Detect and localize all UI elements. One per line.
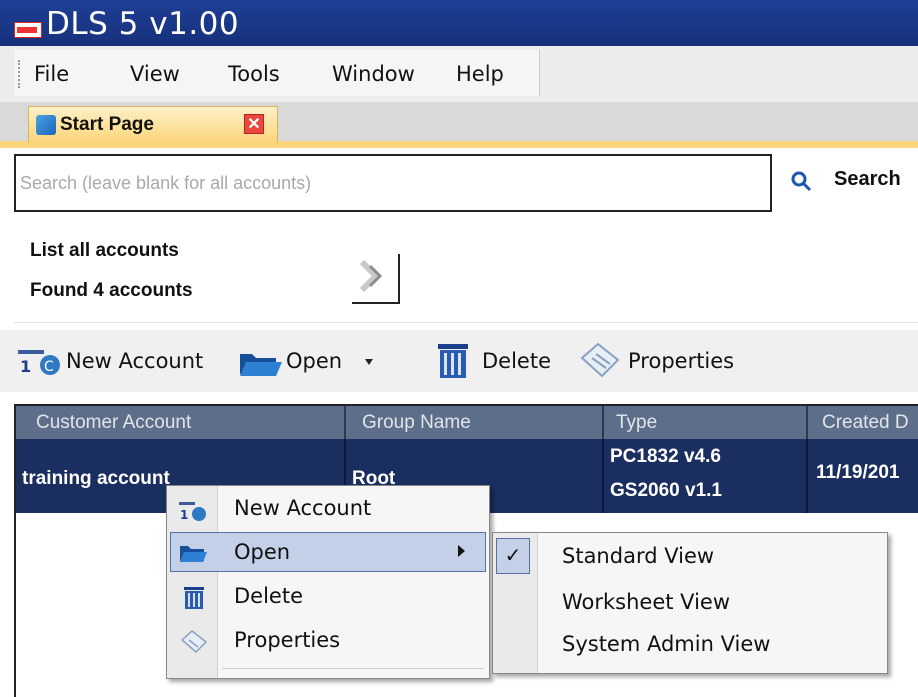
list-all-go-button[interactable]: [352, 254, 400, 304]
context-menu-properties-label: Properties: [234, 628, 341, 652]
menu-grip: [18, 60, 22, 88]
folder-open-icon: [180, 546, 207, 562]
trash-icon: [184, 587, 204, 609]
start-page-icon: [36, 115, 56, 135]
search-button-label: Search: [834, 168, 901, 190]
column-header-customer-account[interactable]: Customer Account: [36, 412, 191, 434]
trash-icon[interactable]: [434, 340, 472, 380]
column-header-type[interactable]: Type: [616, 412, 657, 434]
cell-created-date: 11/19/201: [816, 462, 900, 483]
column-header-group-name[interactable]: Group Name: [362, 412, 471, 434]
context-menu-open[interactable]: [170, 531, 486, 573]
submenu-system-admin-view[interactable]: System Admin View: [562, 632, 770, 656]
menu-help[interactable]: Help: [456, 62, 504, 86]
row-cell-divider: [602, 439, 604, 513]
close-icon[interactable]: ✕: [244, 114, 264, 134]
svg-text:1: 1: [20, 357, 31, 376]
menu-tools[interactable]: Tools: [228, 62, 280, 86]
context-menu-delete[interactable]: [170, 576, 486, 618]
toolbar-properties[interactable]: Properties: [628, 349, 734, 373]
column-resize-handle[interactable]: [344, 406, 346, 439]
context-menu-open-label: Open: [234, 540, 291, 564]
new-account-icon[interactable]: 1 C: [16, 346, 64, 376]
tab-start-page-label: Start Page: [60, 114, 154, 135]
toolbar-open[interactable]: Open: [286, 349, 342, 373]
toolbar-new-account[interactable]: New Account: [66, 349, 203, 373]
go-arrow-icon: [359, 259, 383, 293]
divider: [14, 322, 918, 323]
svg-text:1: 1: [180, 508, 188, 522]
submenu-worksheet-view[interactable]: Worksheet View: [562, 590, 730, 614]
found-count-label: Found 4 accounts: [30, 280, 193, 301]
toolbar-delete[interactable]: Delete: [482, 349, 551, 373]
search-icon: [791, 171, 812, 192]
menu-file[interactable]: File: [34, 62, 69, 86]
dropdown-arrow-icon[interactable]: [364, 358, 374, 366]
column-resize-handle[interactable]: [602, 406, 604, 439]
submenu-arrow-icon: [458, 545, 465, 557]
menu-window[interactable]: Window: [332, 62, 415, 86]
divider: [222, 668, 484, 669]
cell-type-line1: PC1832 v4.6: [610, 446, 721, 467]
search-input[interactable]: [14, 154, 772, 212]
submenu-standard-view[interactable]: Standard View: [562, 544, 714, 568]
menu-view[interactable]: View: [130, 62, 180, 86]
properties-icon: [180, 630, 208, 654]
window-title: DLS 5 v1.00: [46, 6, 240, 42]
svg-text:C: C: [44, 359, 54, 375]
cell-type-line2: GS2060 v1.1: [610, 480, 722, 501]
column-resize-handle[interactable]: [806, 406, 808, 439]
new-account-icon: 1: [179, 502, 206, 522]
app-logo-icon: [14, 22, 42, 38]
list-all-label: List all accounts: [30, 240, 179, 261]
cell-customer-account: training account: [22, 468, 170, 489]
properties-icon[interactable]: [578, 342, 622, 380]
row-cell-divider: [806, 439, 808, 513]
column-header-created[interactable]: Created D: [822, 412, 909, 434]
context-menu-new-account-label: New Account: [234, 496, 372, 520]
checkmark-icon: ✓: [496, 538, 530, 574]
context-menu-delete-label: Delete: [234, 584, 303, 608]
folder-open-icon[interactable]: [236, 346, 284, 378]
